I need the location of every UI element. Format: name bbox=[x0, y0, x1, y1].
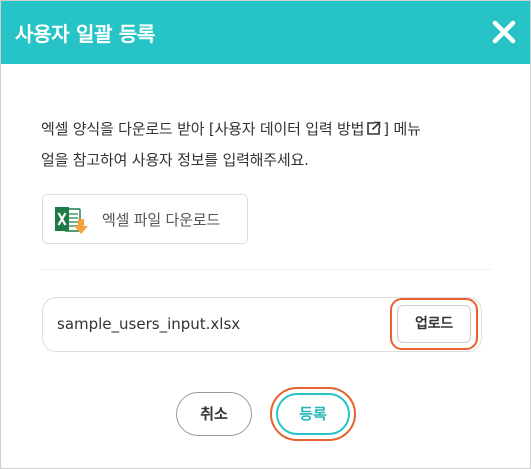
instruction-suffix: ] 메뉴 bbox=[383, 120, 421, 138]
excel-download-icon bbox=[55, 206, 91, 236]
cancel-button[interactable]: 취소 bbox=[176, 392, 252, 436]
data-input-guide-link-label: 사용자 데이터 입력 방법 bbox=[214, 120, 365, 138]
excel-download-label: 엑셀 파일 다운로드 bbox=[102, 211, 220, 229]
bulk-user-register-dialog: 사용자 일괄 등록 엑셀 양식을 다운로드 받아 [사용자 데이터 입력 방법]… bbox=[0, 0, 531, 469]
close-button[interactable] bbox=[490, 18, 518, 46]
excel-download-button[interactable]: 엑셀 파일 다운로드 bbox=[42, 194, 248, 244]
upload-button[interactable]: 업로드 bbox=[390, 298, 478, 350]
instruction-line2: 얼을 참고하여 사용자 정보를 입력해주세요. bbox=[41, 151, 309, 169]
register-button-label: 등록 bbox=[276, 393, 350, 435]
instruction-prefix: 엑셀 양식을 다운로드 받아 [ bbox=[41, 120, 215, 138]
instruction-text: 엑셀 양식을 다운로드 받아 [사용자 데이터 입력 방법 ] 메뉴 얼을 참고하… bbox=[41, 115, 501, 175]
upload-button-label: 업로드 bbox=[397, 305, 471, 343]
file-name: sample_users_input.xlsx bbox=[57, 315, 241, 333]
register-button[interactable]: 등록 bbox=[270, 387, 356, 441]
data-input-guide-link[interactable]: 사용자 데이터 입력 방법 bbox=[215, 120, 384, 138]
section-divider bbox=[41, 269, 491, 270]
dialog-header: 사용자 일괄 등록 bbox=[1, 1, 530, 64]
close-x-icon bbox=[492, 20, 516, 44]
dialog-title: 사용자 일괄 등록 bbox=[15, 22, 156, 46]
external-link-icon bbox=[366, 117, 381, 146]
